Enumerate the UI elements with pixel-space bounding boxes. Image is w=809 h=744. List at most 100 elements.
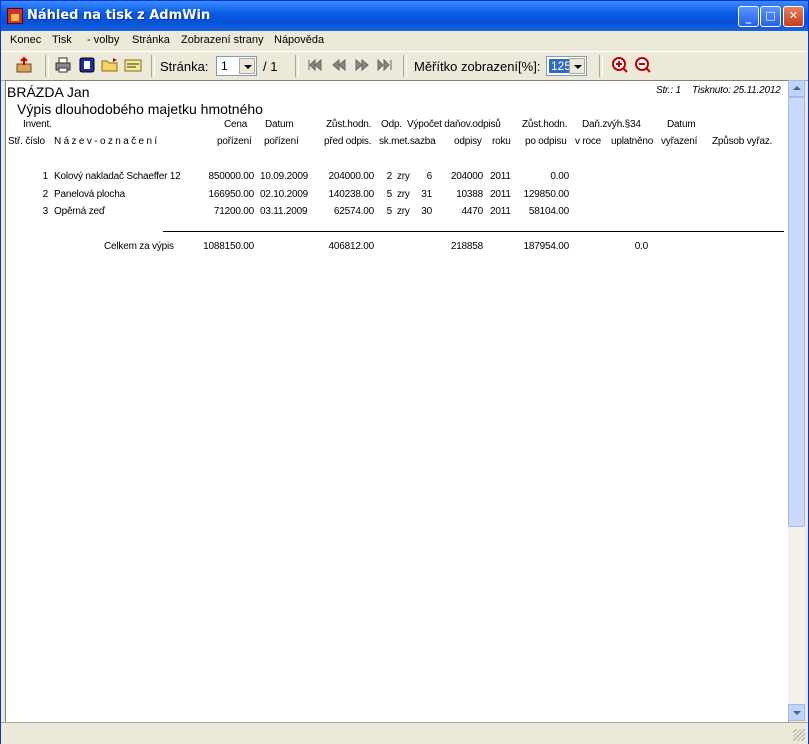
header-vypocet: Výpočet daňov.odpisů (407, 119, 501, 130)
zoom-out-icon[interactable] (634, 56, 652, 74)
toolbar-separator (45, 55, 49, 77)
row-name: Kolový nakladač Schaeffer 12 (54, 171, 181, 182)
total-zust: 406812.00 (328, 241, 375, 252)
first-page-icon[interactable] (306, 56, 324, 74)
row-met: zry (397, 189, 410, 200)
report-page-info: Str.: 1 (656, 85, 681, 96)
header-dan-zvyh: Daň.zvýh.§34 (582, 119, 641, 130)
scroll-down-icon[interactable] (788, 704, 805, 721)
total-label: Celkem za výpis (104, 241, 174, 252)
last-page-icon[interactable] (376, 56, 394, 74)
menu-tisk[interactable]: Tisk (52, 34, 72, 46)
page-label: Stránka: (160, 59, 209, 74)
row-cena: 71200.00 (213, 206, 254, 217)
row-number: 2 (42, 189, 49, 200)
report-page: BRÁZDA Jan Str.: 1 Tisknuto: 25.11.2012 … (5, 80, 789, 723)
window-title: Náhled na tisk z AdmWin (27, 8, 211, 23)
previous-page-icon[interactable] (330, 56, 348, 74)
menu-bar: Konec Tisk - volby Stránka Zobrazení str… (1, 31, 808, 50)
page-total: / 1 (263, 59, 278, 74)
header-zpusob-vyrazeni: Způsob vyřaz. (712, 136, 773, 147)
row-cena: 166950.00 (208, 189, 255, 200)
print-preview-window: Náhled na tisk z AdmWin _ □ ✕ Konec Tisk… (0, 0, 809, 744)
open-folder-icon[interactable] (101, 56, 119, 74)
toolbar-separator (403, 55, 407, 77)
row-sk: 5 (386, 206, 393, 217)
header-uplatneno: uplatněno (611, 136, 654, 147)
next-page-icon[interactable] (353, 56, 371, 74)
row-number: 1 (42, 171, 49, 182)
row-number: 3 (42, 206, 49, 217)
row-sazba: 31 (421, 189, 432, 200)
status-bar (1, 722, 808, 744)
header-zust-hodn-po: Zůst.hodn. (522, 119, 568, 130)
row-po-odpisu: 58104.00 (528, 206, 569, 217)
menu-konec[interactable]: Konec (10, 34, 41, 46)
header-pred-odpis: před odpis. (324, 136, 372, 147)
scroll-up-icon[interactable] (788, 80, 805, 97)
row-odpisy: 204000 (450, 171, 483, 182)
row-odpisy: 4470 (461, 206, 484, 217)
row-roku: 2011 (490, 171, 511, 182)
scroll-thumb[interactable] (788, 97, 805, 527)
zoom-in-icon[interactable] (611, 56, 629, 74)
zoom-label: Měřítko zobrazení[%]: (414, 59, 541, 74)
total-dan: 0.0 (634, 241, 649, 252)
row-met: zry (397, 171, 410, 182)
minimize-icon: _ (745, 11, 752, 24)
app-icon (7, 8, 23, 24)
row-datum: 02.10.2009 (260, 189, 309, 200)
row-cena: 850000.00 (208, 171, 255, 182)
zoom-select[interactable]: 125 (546, 56, 587, 76)
row-zust: 204000.00 (328, 171, 375, 182)
menu-stranka[interactable]: Stránka (132, 34, 170, 46)
close-button[interactable]: ✕ (783, 6, 804, 27)
total-po-odpisu: 187954.00 (523, 241, 570, 252)
print-icon[interactable] (54, 56, 72, 74)
header-cena-porizeni: pořízení (217, 136, 252, 147)
toolbar-separator (295, 55, 299, 77)
menu-volby[interactable]: - volby (87, 34, 119, 46)
page-select-value: 1 (221, 59, 228, 73)
row-po-odpisu: 129850.00 (523, 189, 570, 200)
envelope-icon[interactable] (124, 56, 142, 74)
minimize-button[interactable]: _ (738, 6, 759, 27)
row-roku: 2011 (490, 206, 511, 217)
header-roku: roku (492, 136, 511, 147)
header-zust-hodn: Zůst.hodn. (326, 119, 372, 130)
row-name: Panelová plocha (54, 189, 125, 200)
header-nazev: N á z e v - o z n a č e n í (54, 136, 157, 147)
report-person: BRÁZDA Jan (7, 84, 90, 100)
row-odpisy: 10388 (456, 189, 483, 200)
toolbar-separator (599, 55, 603, 77)
row-sazba: 30 (421, 206, 432, 217)
row-sk: 2 (386, 171, 393, 182)
header-invent: Invent. (23, 119, 52, 130)
toolbar-separator (151, 55, 155, 77)
exit-icon[interactable] (15, 56, 33, 74)
header-odpisy: odpisy (454, 136, 482, 147)
page-select[interactable]: 1 (216, 56, 257, 76)
header-datum-porizeni: pořízení (264, 136, 299, 147)
header-cena: Cena (224, 119, 248, 130)
header-str-cislo: Stř. číslo (8, 136, 45, 147)
maximize-button[interactable]: □ (760, 6, 781, 27)
toolbar: Stránka: 1 / 1 Měřítko zobrazení[%]: 125 (1, 51, 808, 81)
resize-grip-icon[interactable] (793, 729, 805, 741)
vertical-scrollbar[interactable] (788, 80, 805, 721)
printer-setup-icon[interactable] (78, 56, 96, 74)
maximize-icon: □ (765, 9, 776, 22)
chevron-down-icon[interactable] (569, 58, 585, 74)
row-roku: 2011 (490, 189, 511, 200)
menu-zobrazeni-strany[interactable]: Zobrazení strany (181, 34, 264, 46)
header-v-roce: v roce (575, 136, 602, 147)
total-cena: 1088150.00 (203, 241, 254, 252)
title-bar[interactable]: Náhled na tisk z AdmWin _ □ ✕ (1, 1, 808, 31)
menu-napoveda[interactable]: Nápověda (274, 34, 324, 46)
chevron-down-icon[interactable] (239, 58, 255, 74)
row-datum: 10.09.2009 (260, 171, 309, 182)
header-po-odpisu: po odpisu (525, 136, 567, 147)
row-sk: 5 (386, 189, 393, 200)
header-odp: Odp. (381, 119, 402, 130)
header-sk-met-sazba: sk.met.sazba (379, 136, 436, 147)
